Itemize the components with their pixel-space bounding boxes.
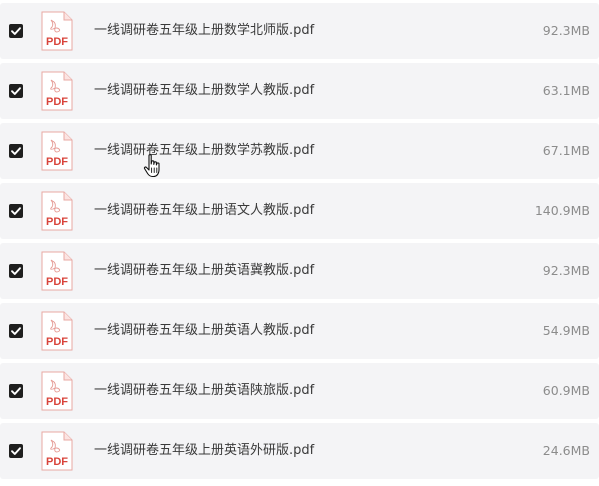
file-size: 67.1MB bbox=[542, 143, 590, 158]
file-size: 24.6MB bbox=[542, 443, 590, 458]
pdf-file-icon: PDF bbox=[41, 71, 73, 111]
file-checkbox[interactable] bbox=[9, 444, 23, 458]
file-name[interactable]: 一线调研卷五年级上册英语陕旅版.pdf bbox=[94, 382, 314, 400]
file-name[interactable]: 一线调研卷五年级上册英语人教版.pdf bbox=[94, 322, 314, 340]
file-name[interactable]: 一线调研卷五年级上册英语外研版.pdf bbox=[94, 442, 314, 460]
file-size: 92.3MB bbox=[542, 23, 590, 38]
file-checkbox[interactable] bbox=[9, 84, 23, 98]
pdf-icon-label: PDF bbox=[46, 276, 68, 288]
file-name[interactable]: 一线调研卷五年级上册语文人教版.pdf bbox=[94, 202, 314, 220]
file-checkbox[interactable] bbox=[9, 384, 23, 398]
file-row[interactable]: PDF 一线调研卷五年级上册语文人教版.pdf 140.9MB bbox=[0, 183, 599, 239]
pdf-icon-label: PDF bbox=[46, 456, 68, 468]
file-row[interactable]: PDF 一线调研卷五年级上册数学人教版.pdf 63.1MB bbox=[0, 63, 599, 119]
pdf-file-icon: PDF bbox=[41, 131, 73, 171]
file-size: 92.3MB bbox=[542, 263, 590, 278]
file-row[interactable]: PDF 一线调研卷五年级上册数学北师版.pdf 92.3MB bbox=[0, 3, 599, 59]
pdf-icon-label: PDF bbox=[46, 396, 68, 408]
file-list: PDF 一线调研卷五年级上册数学北师版.pdf 92.3MB PDF 一线调研卷… bbox=[0, 3, 599, 483]
file-size: 140.9MB bbox=[534, 203, 590, 218]
file-checkbox[interactable] bbox=[9, 324, 23, 338]
pdf-file-icon: PDF bbox=[41, 431, 73, 471]
pdf-file-icon: PDF bbox=[41, 311, 73, 351]
file-row[interactable]: PDF 一线调研卷五年级上册数学苏教版.pdf 67.1MB bbox=[0, 123, 599, 179]
pdf-icon-label: PDF bbox=[46, 336, 68, 348]
file-name[interactable]: 一线调研卷五年级上册数学北师版.pdf bbox=[94, 22, 314, 40]
pdf-icon-label: PDF bbox=[46, 216, 68, 228]
file-checkbox[interactable] bbox=[9, 24, 23, 38]
file-row[interactable]: PDF 一线调研卷五年级上册英语人教版.pdf 54.9MB bbox=[0, 303, 599, 359]
file-size: 54.9MB bbox=[542, 323, 590, 338]
file-row[interactable]: PDF 一线调研卷五年级上册英语冀教版.pdf 92.3MB bbox=[0, 243, 599, 299]
file-name[interactable]: 一线调研卷五年级上册英语冀教版.pdf bbox=[94, 262, 314, 280]
file-row[interactable]: PDF 一线调研卷五年级上册英语陕旅版.pdf 60.9MB bbox=[0, 363, 599, 419]
pdf-file-icon: PDF bbox=[41, 11, 73, 51]
file-checkbox[interactable] bbox=[9, 204, 23, 218]
file-checkbox[interactable] bbox=[9, 264, 23, 278]
file-size: 63.1MB bbox=[542, 83, 590, 98]
pdf-icon-label: PDF bbox=[46, 156, 68, 168]
file-size: 60.9MB bbox=[542, 383, 590, 398]
file-name[interactable]: 一线调研卷五年级上册数学人教版.pdf bbox=[94, 82, 314, 100]
pdf-file-icon: PDF bbox=[41, 371, 73, 411]
file-row[interactable]: PDF 一线调研卷五年级上册英语外研版.pdf 24.6MB bbox=[0, 423, 599, 479]
pdf-file-icon: PDF bbox=[41, 251, 73, 291]
file-checkbox[interactable] bbox=[9, 144, 23, 158]
pdf-file-icon: PDF bbox=[41, 191, 73, 231]
file-name[interactable]: 一线调研卷五年级上册数学苏教版.pdf bbox=[94, 142, 314, 160]
pdf-icon-label: PDF bbox=[46, 36, 68, 48]
pdf-icon-label: PDF bbox=[46, 96, 68, 108]
